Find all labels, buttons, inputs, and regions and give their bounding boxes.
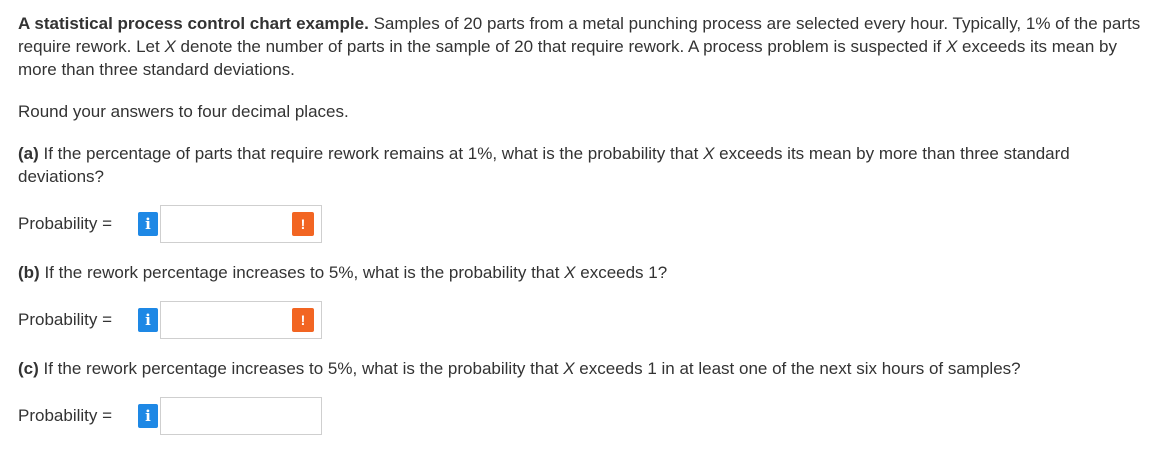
question-a: (a) If the percentage of parts that requ… <box>18 142 1153 188</box>
problem-intro: A statistical process control chart exam… <box>18 12 1153 81</box>
rounding-instruction: Round your answers to four decimal place… <box>18 102 349 121</box>
answer-label: Probability = <box>18 214 113 233</box>
answer-label: Probability = <box>18 406 113 425</box>
question-text: If the rework percentage increases to 5%… <box>38 359 564 378</box>
answer-label: Probability = <box>18 310 113 329</box>
question-label: (b) <box>18 263 40 282</box>
question-c: (c) If the rework percentage increases t… <box>18 357 1153 380</box>
warning-icon[interactable]: ! <box>292 308 314 332</box>
variable-x: X <box>564 263 576 282</box>
problem-title: A statistical process control chart exam… <box>18 14 369 33</box>
question-text: exceeds 1? <box>575 263 668 282</box>
answer-row-a: Probability = i ! <box>18 204 1153 244</box>
info-icon[interactable]: i <box>138 212 158 236</box>
question-text: If the rework percentage increases to 5%… <box>39 263 565 282</box>
variable-x: X <box>164 37 176 56</box>
warning-icon[interactable]: ! <box>292 212 314 236</box>
info-icon[interactable]: i <box>138 308 158 332</box>
variable-x: X <box>703 144 715 163</box>
question-b: (b) If the rework percentage increases t… <box>18 261 1153 284</box>
answer-row-b: Probability = i ! <box>18 300 1153 340</box>
variable-x: X <box>945 37 958 56</box>
question-label: (c) <box>18 359 39 378</box>
info-icon[interactable]: i <box>138 404 158 428</box>
question-text: exceeds 1 in at least one of the next si… <box>574 359 1021 378</box>
question-label: (a) <box>18 144 39 163</box>
intro-text: denote the number of parts in the sample… <box>175 37 946 56</box>
answer-row-c: Probability = i <box>18 396 1153 436</box>
variable-x: X <box>563 359 575 378</box>
problem-content: A statistical process control chart exam… <box>18 12 1153 453</box>
answer-input-c[interactable] <box>160 397 322 435</box>
question-text: If the percentage of parts that require … <box>38 144 704 163</box>
